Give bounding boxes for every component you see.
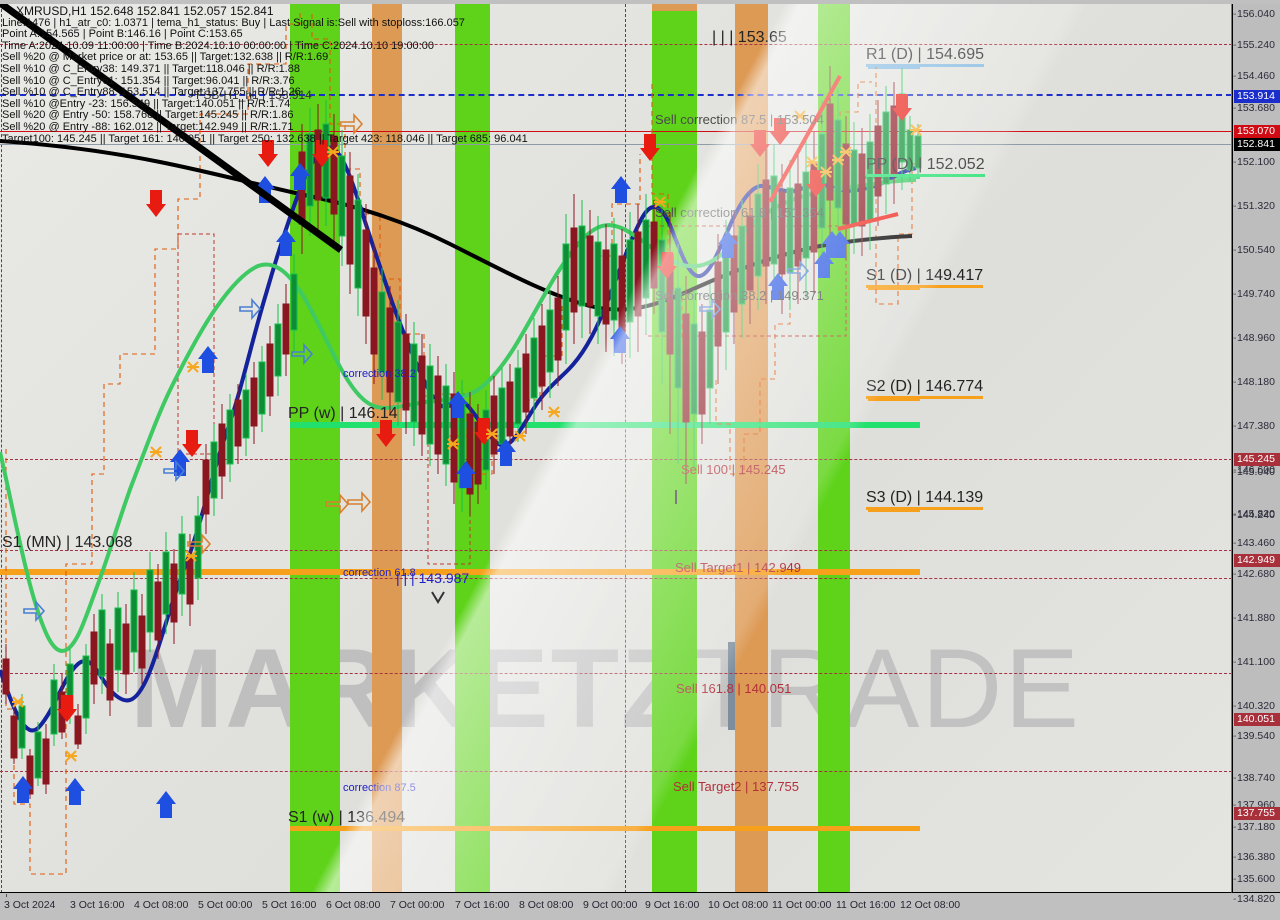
header-line: Sell %10 @ C_Entry38: 149.371 || Target:… xyxy=(2,62,300,75)
time-tick: 10 Oct 08:00 xyxy=(708,899,769,911)
price-tick: -148.180 xyxy=(1233,376,1275,388)
time-tick: 9 Oct 16:00 xyxy=(645,899,700,911)
price-tick: -148.960 xyxy=(1233,332,1275,344)
price-tick: -149.740 xyxy=(1233,288,1275,300)
price-tick: -136.380 xyxy=(1233,851,1275,863)
time-tick: 7 Oct 16:00 xyxy=(455,899,510,911)
price-tick: -135.600 xyxy=(1233,873,1275,885)
price-tick: -140.320 xyxy=(1233,700,1275,712)
chart-info-header: XMRUSD,H1 152.648 152.841 152.057 152.84… xyxy=(2,4,528,145)
price-tick: -147.380 xyxy=(1233,420,1275,432)
price-tick: -145.040 xyxy=(1233,466,1275,478)
label-s1-d: S1 (D) | 149.417 xyxy=(866,267,984,288)
mt4-chart-window: MARKETZTRADE | | | 153.65 R1 (D) | 154.6… xyxy=(0,0,1280,920)
time-tick: 5 Oct 00:00 xyxy=(198,899,253,911)
time-scale[interactable]: 3 Oct 2024 3 Oct 16:00 4 Oct 08:00 5 Oct… xyxy=(0,894,1232,920)
price-tick: -141.880 xyxy=(1233,612,1275,624)
price-tick: -154.460 xyxy=(1233,70,1275,82)
chart-plot-area[interactable]: MARKETZTRADE | | | 153.65 R1 (D) | 154.6… xyxy=(0,4,1232,893)
label-sell-1618: Sell 161.8 | 140.051 xyxy=(676,681,792,696)
time-tick: 4 Oct 08:00 xyxy=(134,899,189,911)
time-tick: 8 Oct 08:00 xyxy=(519,899,574,911)
price-tick: -155.240 xyxy=(1233,39,1275,51)
label-correction-382: correction 38.2 xyxy=(343,368,416,380)
price-tick: -156.040 xyxy=(1233,8,1275,20)
price-tick: -142.680 xyxy=(1233,568,1275,580)
time-tick: 7 Oct 00:00 xyxy=(390,899,445,911)
label-pp-w: PP (w) | 146.14 xyxy=(288,405,398,422)
header-line: Sell %20 @ Entry -88: 162.012 || Target:… xyxy=(2,120,294,133)
price-tag-last: 152.841 xyxy=(1234,138,1280,151)
price-tick: -134.820 xyxy=(1233,893,1275,905)
label-fib-mid: | | | 143.987 xyxy=(396,570,470,586)
price-tick: -139.540 xyxy=(1233,730,1275,742)
label-sell-correction-875: Sell correction 87.5 | 153.504 xyxy=(655,112,824,127)
label-sell-100: Sell 100 | 145.245 xyxy=(681,462,786,477)
time-tick: 11 Oct 00:00 xyxy=(772,899,832,911)
price-tag-stop: 153.070 xyxy=(1234,125,1280,138)
label-s2-d: S2 (D) | 146.774 xyxy=(866,378,984,399)
price-tag-target1: 142.949 xyxy=(1234,554,1280,567)
price-tag-sell100: 145.245 xyxy=(1234,453,1280,466)
symbol-ohlc-line: XMRUSD,H1 152.648 152.841 152.057 152.84… xyxy=(16,4,274,18)
price-tick: -153.680 xyxy=(1233,102,1275,114)
price-tick: -144.240 xyxy=(1233,509,1275,521)
label-correction-875: correction 87.5 xyxy=(343,782,416,794)
time-tick: 11 Oct 16:00 xyxy=(836,899,896,911)
label-pp-d: PP (D) | 152.052 xyxy=(866,156,985,177)
label-s3-d: S3 (D) | 144.139 xyxy=(866,489,984,510)
label-sell-correction-382: Sell correction 38.2 | 149.371 xyxy=(655,288,824,303)
price-scale[interactable]: -156.040 -155.240 -154.460 153.914 -153.… xyxy=(1232,4,1280,905)
zigzag-marker xyxy=(431,591,445,604)
time-tick: 3 Oct 2024 xyxy=(4,899,56,911)
time-tick: 9 Oct 00:00 xyxy=(583,899,638,911)
price-tick: -150.540 xyxy=(1233,244,1275,256)
label-sell-target2: Sell Target2 | 137.755 xyxy=(673,779,800,794)
label-pivot-c: | | | 153.65 xyxy=(712,29,787,46)
header-line: Sell %10 @ C_Entry88: 153.514 || Target:… xyxy=(2,86,301,99)
price-tick: -138.740 xyxy=(1233,772,1275,784)
sell-arrow-marker xyxy=(57,94,912,722)
price-tick: -152.100 xyxy=(1233,156,1275,168)
label-s1-w: S1 (w) | 136.494 xyxy=(288,809,406,826)
label-sell-correction-618: Sell correction 61.8 | 151.354 xyxy=(655,205,824,220)
price-tick: -141.100 xyxy=(1233,656,1275,668)
time-tick: 6 Oct 08:00 xyxy=(326,899,381,911)
time-tick: 12 Oct 08:00 xyxy=(900,899,961,911)
price-tag-target2: 137.755 xyxy=(1234,807,1280,820)
time-tick: 3 Oct 16:00 xyxy=(70,899,125,911)
price-tick: -151.320 xyxy=(1233,200,1275,212)
time-tick: 5 Oct 16:00 xyxy=(262,899,317,911)
price-tick: -143.460 xyxy=(1233,537,1275,549)
price-tick: -137.180 xyxy=(1233,821,1275,833)
label-r1-d: R1 (D) | 154.695 xyxy=(866,46,984,67)
header-line: Target100: 145.245 || Target 161: 140.05… xyxy=(2,132,528,145)
label-s1-mn: S1 (MN) | 143.068 xyxy=(2,534,133,551)
label-sell-target1: Sell Target1 | 142.949 xyxy=(675,560,802,575)
price-tag-sell1618: 140.051 xyxy=(1234,713,1280,726)
